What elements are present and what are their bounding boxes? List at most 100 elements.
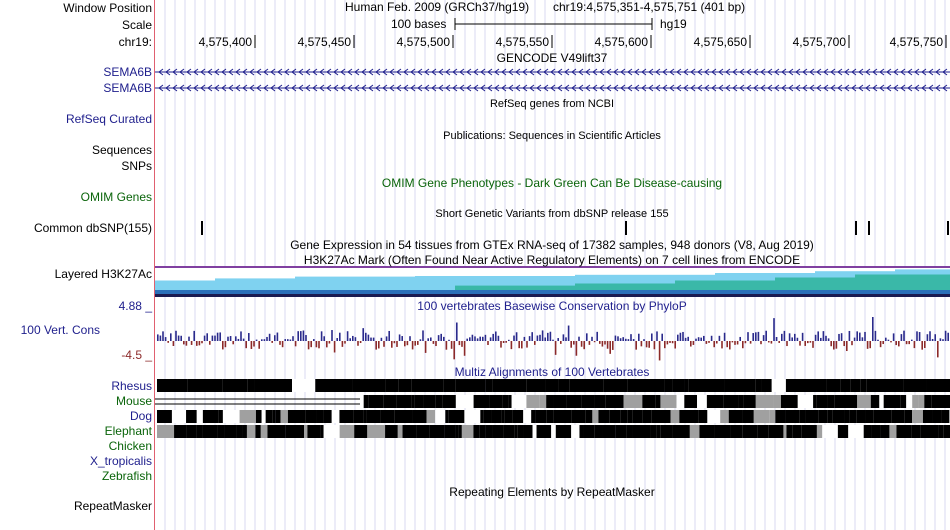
phylop-bar [302, 330, 305, 341]
species-label-mouse[interactable]: Mouse [116, 394, 152, 408]
track-label-refseq[interactable]: RefSeq Curated [66, 112, 152, 126]
species-label-chicken[interactable]: Chicken [109, 439, 152, 453]
multiz-block [222, 379, 248, 392]
track-image-area[interactable]: Human Feb. 2009 (GRCh37/hg19) chr19:4,57… [155, 0, 950, 530]
species-label-zebrafish[interactable]: Zebrafish [102, 469, 152, 483]
multiz-block [724, 379, 756, 392]
multiz-block [943, 425, 950, 438]
phylop-bar [557, 338, 559, 341]
phylop-bar [575, 341, 578, 356]
phylop-bar [539, 334, 541, 341]
phylop-bar [817, 331, 819, 341]
multiz-block [435, 410, 446, 423]
phylop-bar [198, 341, 201, 346]
multiz-block [931, 395, 950, 408]
multiz-block [443, 379, 456, 392]
multiz-block [485, 379, 493, 392]
species-label-rhesus[interactable]: Rhesus [111, 379, 152, 393]
phylop-bar [443, 336, 445, 341]
phylop-bar [830, 341, 832, 347]
phylop-bar [461, 341, 463, 347]
phylop-bar [320, 331, 323, 341]
multiz-block [742, 425, 758, 438]
multiz-block [546, 410, 554, 423]
phylop-bar [874, 330, 877, 341]
multiz-block [906, 395, 913, 408]
phylop-bar [333, 341, 336, 353]
phylop-bar [497, 335, 500, 341]
multiz-block [826, 379, 841, 392]
phylop-bar [500, 341, 502, 348]
phylop-bar [255, 339, 258, 341]
multiz-block [246, 425, 256, 438]
multiz-block [473, 395, 490, 408]
phylop-bar [739, 336, 741, 341]
multiz-block [769, 410, 776, 423]
phylop-bar [409, 336, 411, 341]
multiz-block [656, 425, 661, 438]
multiz-block [583, 425, 595, 438]
phylop-bar [388, 330, 390, 341]
species-label-x_tropicalis[interactable]: X_tropicalis [90, 454, 152, 468]
phylop-bar [448, 339, 450, 341]
track-label-h3k27ac[interactable]: Layered H3K27Ac [55, 267, 152, 281]
phylop-bar [567, 325, 570, 341]
phylop-bar [391, 341, 393, 348]
phylop-bar [549, 331, 552, 341]
phylop-bar [404, 341, 406, 347]
phylop-bar [835, 341, 838, 349]
multiz-block [242, 425, 247, 438]
multiz-block [526, 379, 546, 392]
multiz-block [353, 410, 364, 423]
phylop-bar [336, 338, 338, 341]
multiz-block [480, 410, 484, 423]
phylop-bar [794, 333, 796, 341]
phylop-bar [786, 341, 788, 347]
phylop-bar [804, 341, 806, 346]
track-label-snps[interactable]: SNPs [121, 159, 152, 173]
multiz-block [679, 410, 699, 423]
scale-db-text: hg19 [660, 17, 687, 31]
multiz-block [202, 425, 218, 438]
track-label-phylop[interactable]: 100 Vert. Cons [21, 323, 100, 337]
multiz-block [827, 395, 835, 408]
phylop-bar [157, 334, 159, 341]
multiz-block [879, 395, 884, 408]
phylop-bar [747, 332, 749, 341]
phylop-bar [885, 337, 887, 341]
multiz-block [911, 425, 921, 438]
phylop-bar [939, 338, 942, 341]
phylop-bar [253, 341, 255, 347]
phylop-bar [357, 341, 359, 346]
multiz-block [526, 395, 540, 408]
phylop-bar [723, 332, 726, 341]
phylop-bar [921, 341, 923, 350]
track-label-gencode-2[interactable]: SEMA6B [103, 81, 152, 95]
phylop-bar [331, 330, 333, 341]
multiz-block [202, 410, 219, 423]
track-label-repeatmasker[interactable]: RepeatMasker [74, 499, 152, 513]
multiz-block [186, 410, 197, 423]
track-label-dbsnp[interactable]: Common dbSNP(155) [34, 221, 152, 235]
phylop-bar [508, 339, 510, 341]
phylop-bar [211, 335, 214, 341]
phylop-bar [466, 338, 468, 341]
track-label-sequences[interactable]: Sequences [92, 143, 152, 157]
track-label-gencode-1[interactable]: SEMA6B [103, 65, 152, 79]
phylop-bar [534, 341, 536, 345]
species-label-elephant[interactable]: Elephant [105, 424, 152, 438]
multiz-block [632, 410, 643, 423]
species-label-dog[interactable]: Dog [130, 409, 152, 423]
multiz-block [598, 410, 610, 423]
track-label-omim[interactable]: OMIM Genes [81, 190, 152, 204]
phylop-bar [396, 341, 398, 347]
phylop-bar [370, 337, 372, 341]
phylop-bar [359, 341, 362, 344]
multiz-block [523, 425, 533, 438]
multiz-block [383, 395, 397, 408]
multiz-block [651, 410, 671, 423]
phylop-bar [440, 333, 442, 341]
phylop-bar [383, 341, 385, 347]
multiz-block [723, 395, 739, 408]
phylop-bar [229, 336, 232, 341]
